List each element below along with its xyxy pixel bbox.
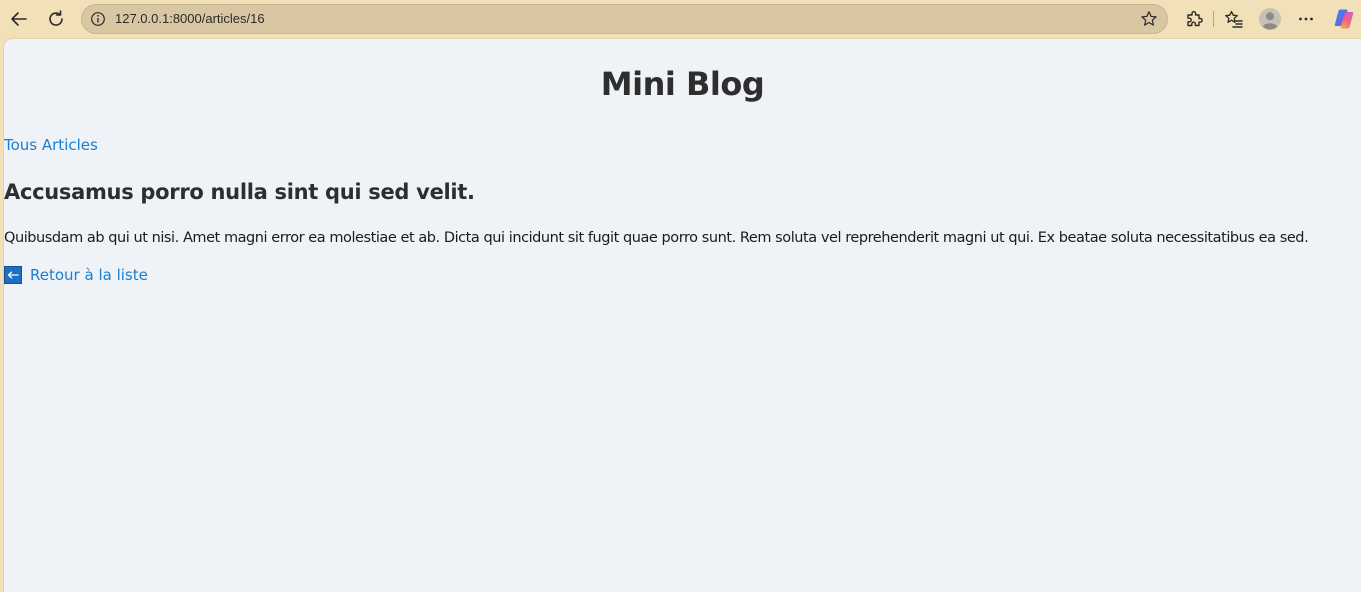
favorites-list-icon (1225, 10, 1243, 28)
address-bar[interactable]: 127.0.0.1:8000/articles/16 (81, 4, 1168, 34)
left-arrow-icon (4, 266, 22, 284)
back-button[interactable] (5, 5, 33, 33)
reload-button[interactable] (42, 5, 70, 33)
back-to-list-link[interactable]: Retour à la liste (4, 265, 148, 285)
more-options-button[interactable] (1292, 5, 1320, 33)
star-icon[interactable] (1140, 10, 1158, 28)
profile-icon (1259, 8, 1281, 30)
article-body: Quibusdam ab qui ut nisi. Amet magni err… (4, 230, 1309, 246)
extensions-button[interactable] (1180, 5, 1208, 33)
favorites-button[interactable] (1220, 5, 1248, 33)
profile-button[interactable] (1256, 5, 1284, 33)
article-title: Accusamus porro nulla sint qui sed velit… (4, 180, 475, 204)
all-articles-link[interactable]: Tous Articles (4, 135, 98, 155)
more-dots-icon (1299, 17, 1313, 21)
page-viewport: Mini Blog Tous Articles Accusamus porro … (4, 39, 1361, 592)
info-icon[interactable] (90, 11, 106, 27)
copilot-button[interactable] (1330, 5, 1358, 33)
site-title: Mini Blog (600, 65, 765, 103)
copilot-icon (1334, 9, 1354, 29)
back-link-label: Retour à la liste (30, 266, 148, 284)
reload-icon (49, 10, 63, 26)
back-arrow-icon (11, 12, 27, 26)
puzzle-icon (1187, 11, 1203, 27)
url-text[interactable]: 127.0.0.1:8000/articles/16 (115, 11, 265, 27)
toolbar-separator (1213, 11, 1214, 27)
browser-toolbar: 127.0.0.1:8000/articles/16 (0, 0, 1361, 38)
